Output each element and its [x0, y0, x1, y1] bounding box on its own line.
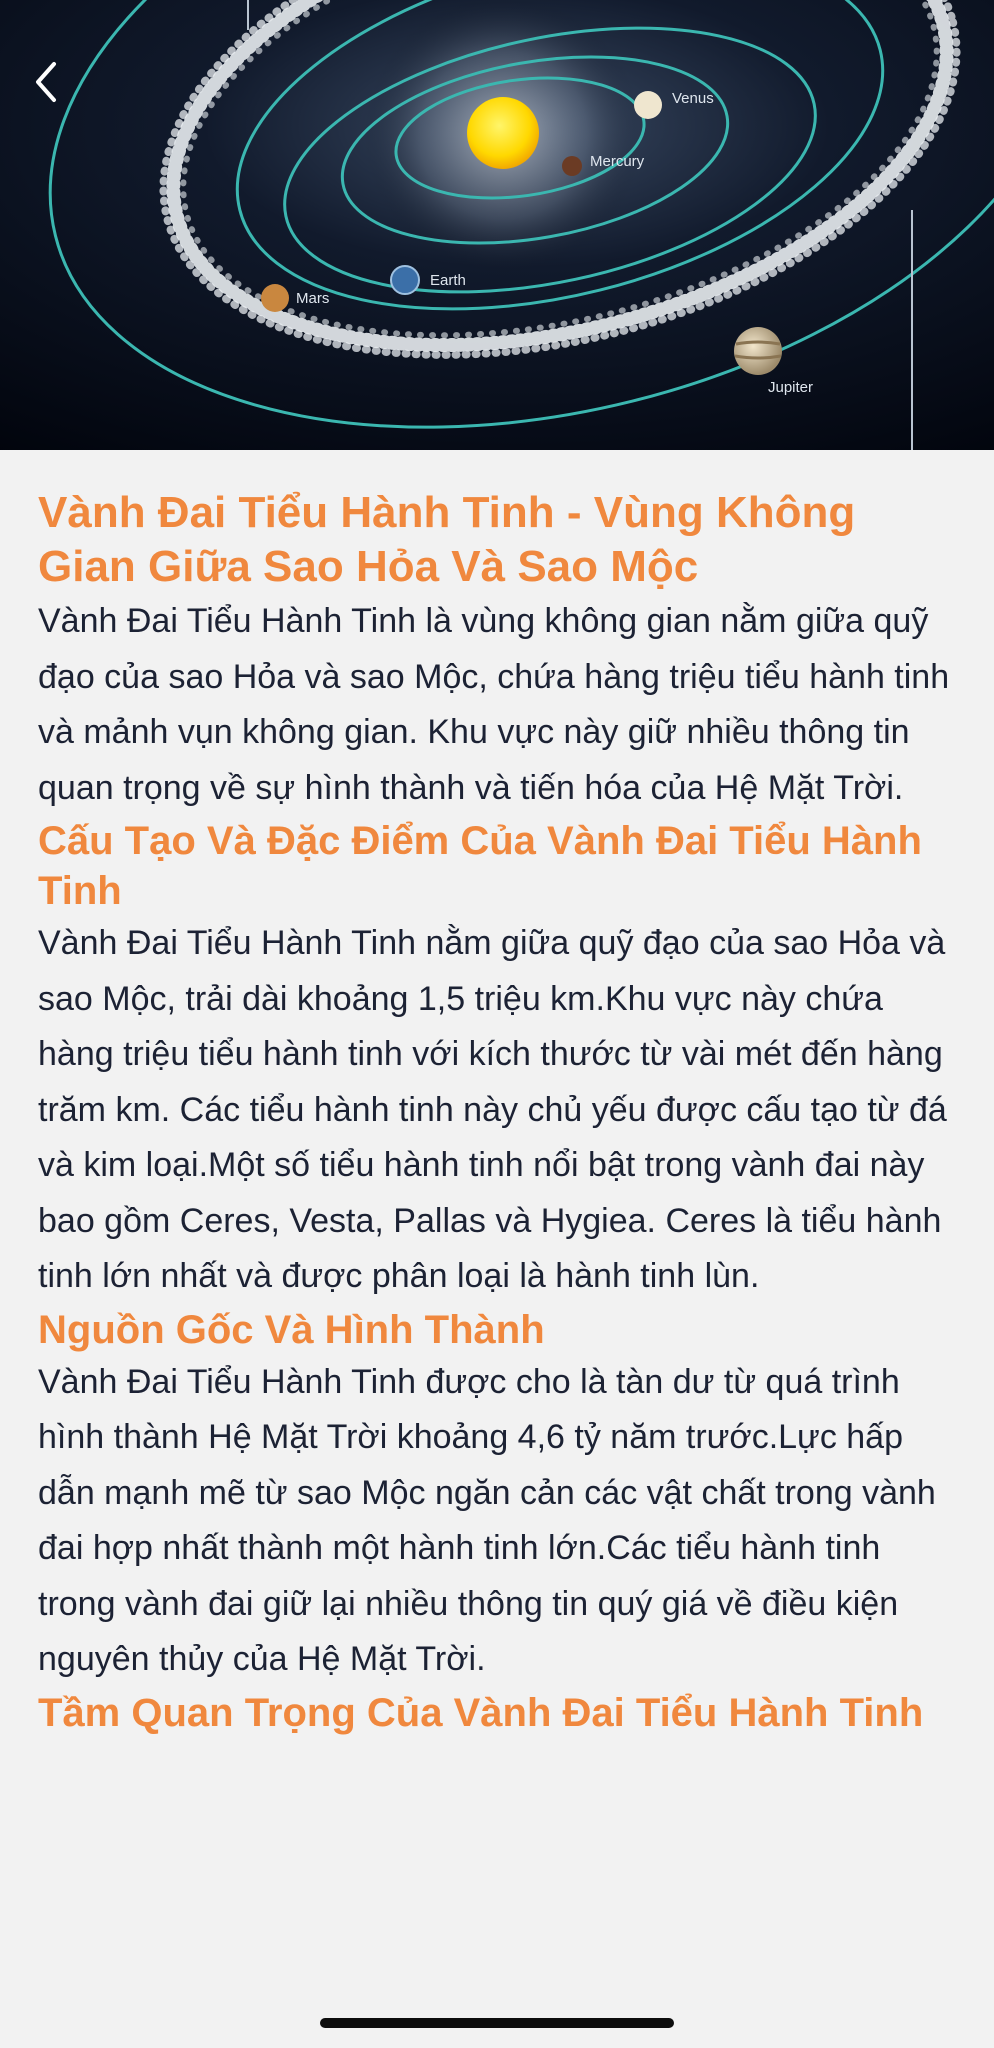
section-heading-importance: Tầm Quan Trọng Của Vành Đai Tiểu Hành Ti… — [38, 1690, 924, 1735]
sun-icon — [467, 97, 539, 169]
mercury-label: Mercury — [590, 153, 645, 170]
home-indicator — [320, 2018, 674, 2028]
back-button[interactable] — [22, 52, 70, 112]
venus-label: Venus — [672, 90, 714, 107]
hero-image: Venus Mercury Earth Mars Jupiter — [0, 0, 994, 450]
earth-label: Earth — [430, 272, 466, 289]
section-heading-structure: Cấu Tạo Và Đặc Điểm Của Vành Đai Tiểu Hà… — [38, 819, 922, 913]
solar-system-illustration: Venus Mercury Earth Mars Jupiter — [0, 0, 994, 450]
article-title: Vành Đai Tiểu Hành Tinh - Vùng Không Gia… — [38, 488, 856, 591]
section-body-origin: Vành Đai Tiểu Hành Tinh được cho là tàn … — [38, 1362, 936, 1679]
mercury-icon — [562, 156, 582, 176]
mars-icon — [261, 284, 289, 312]
section-body-structure: Vành Đai Tiểu Hành Tinh nằm giữa quỹ đạo… — [38, 924, 947, 1295]
jupiter-icon — [734, 327, 782, 375]
chevron-left-icon — [36, 62, 56, 102]
article-content: Vành Đai Tiểu Hành Tinh - Vùng Không Gia… — [38, 486, 956, 1738]
earth-icon — [390, 265, 420, 295]
article-intro: Vành Đai Tiểu Hành Tinh là vùng không gi… — [38, 602, 950, 807]
mars-label: Mars — [296, 290, 329, 307]
jupiter-label: Jupiter — [768, 379, 813, 396]
section-heading-origin: Nguồn Gốc Và Hình Thành — [38, 1307, 545, 1352]
venus-icon — [634, 91, 662, 119]
